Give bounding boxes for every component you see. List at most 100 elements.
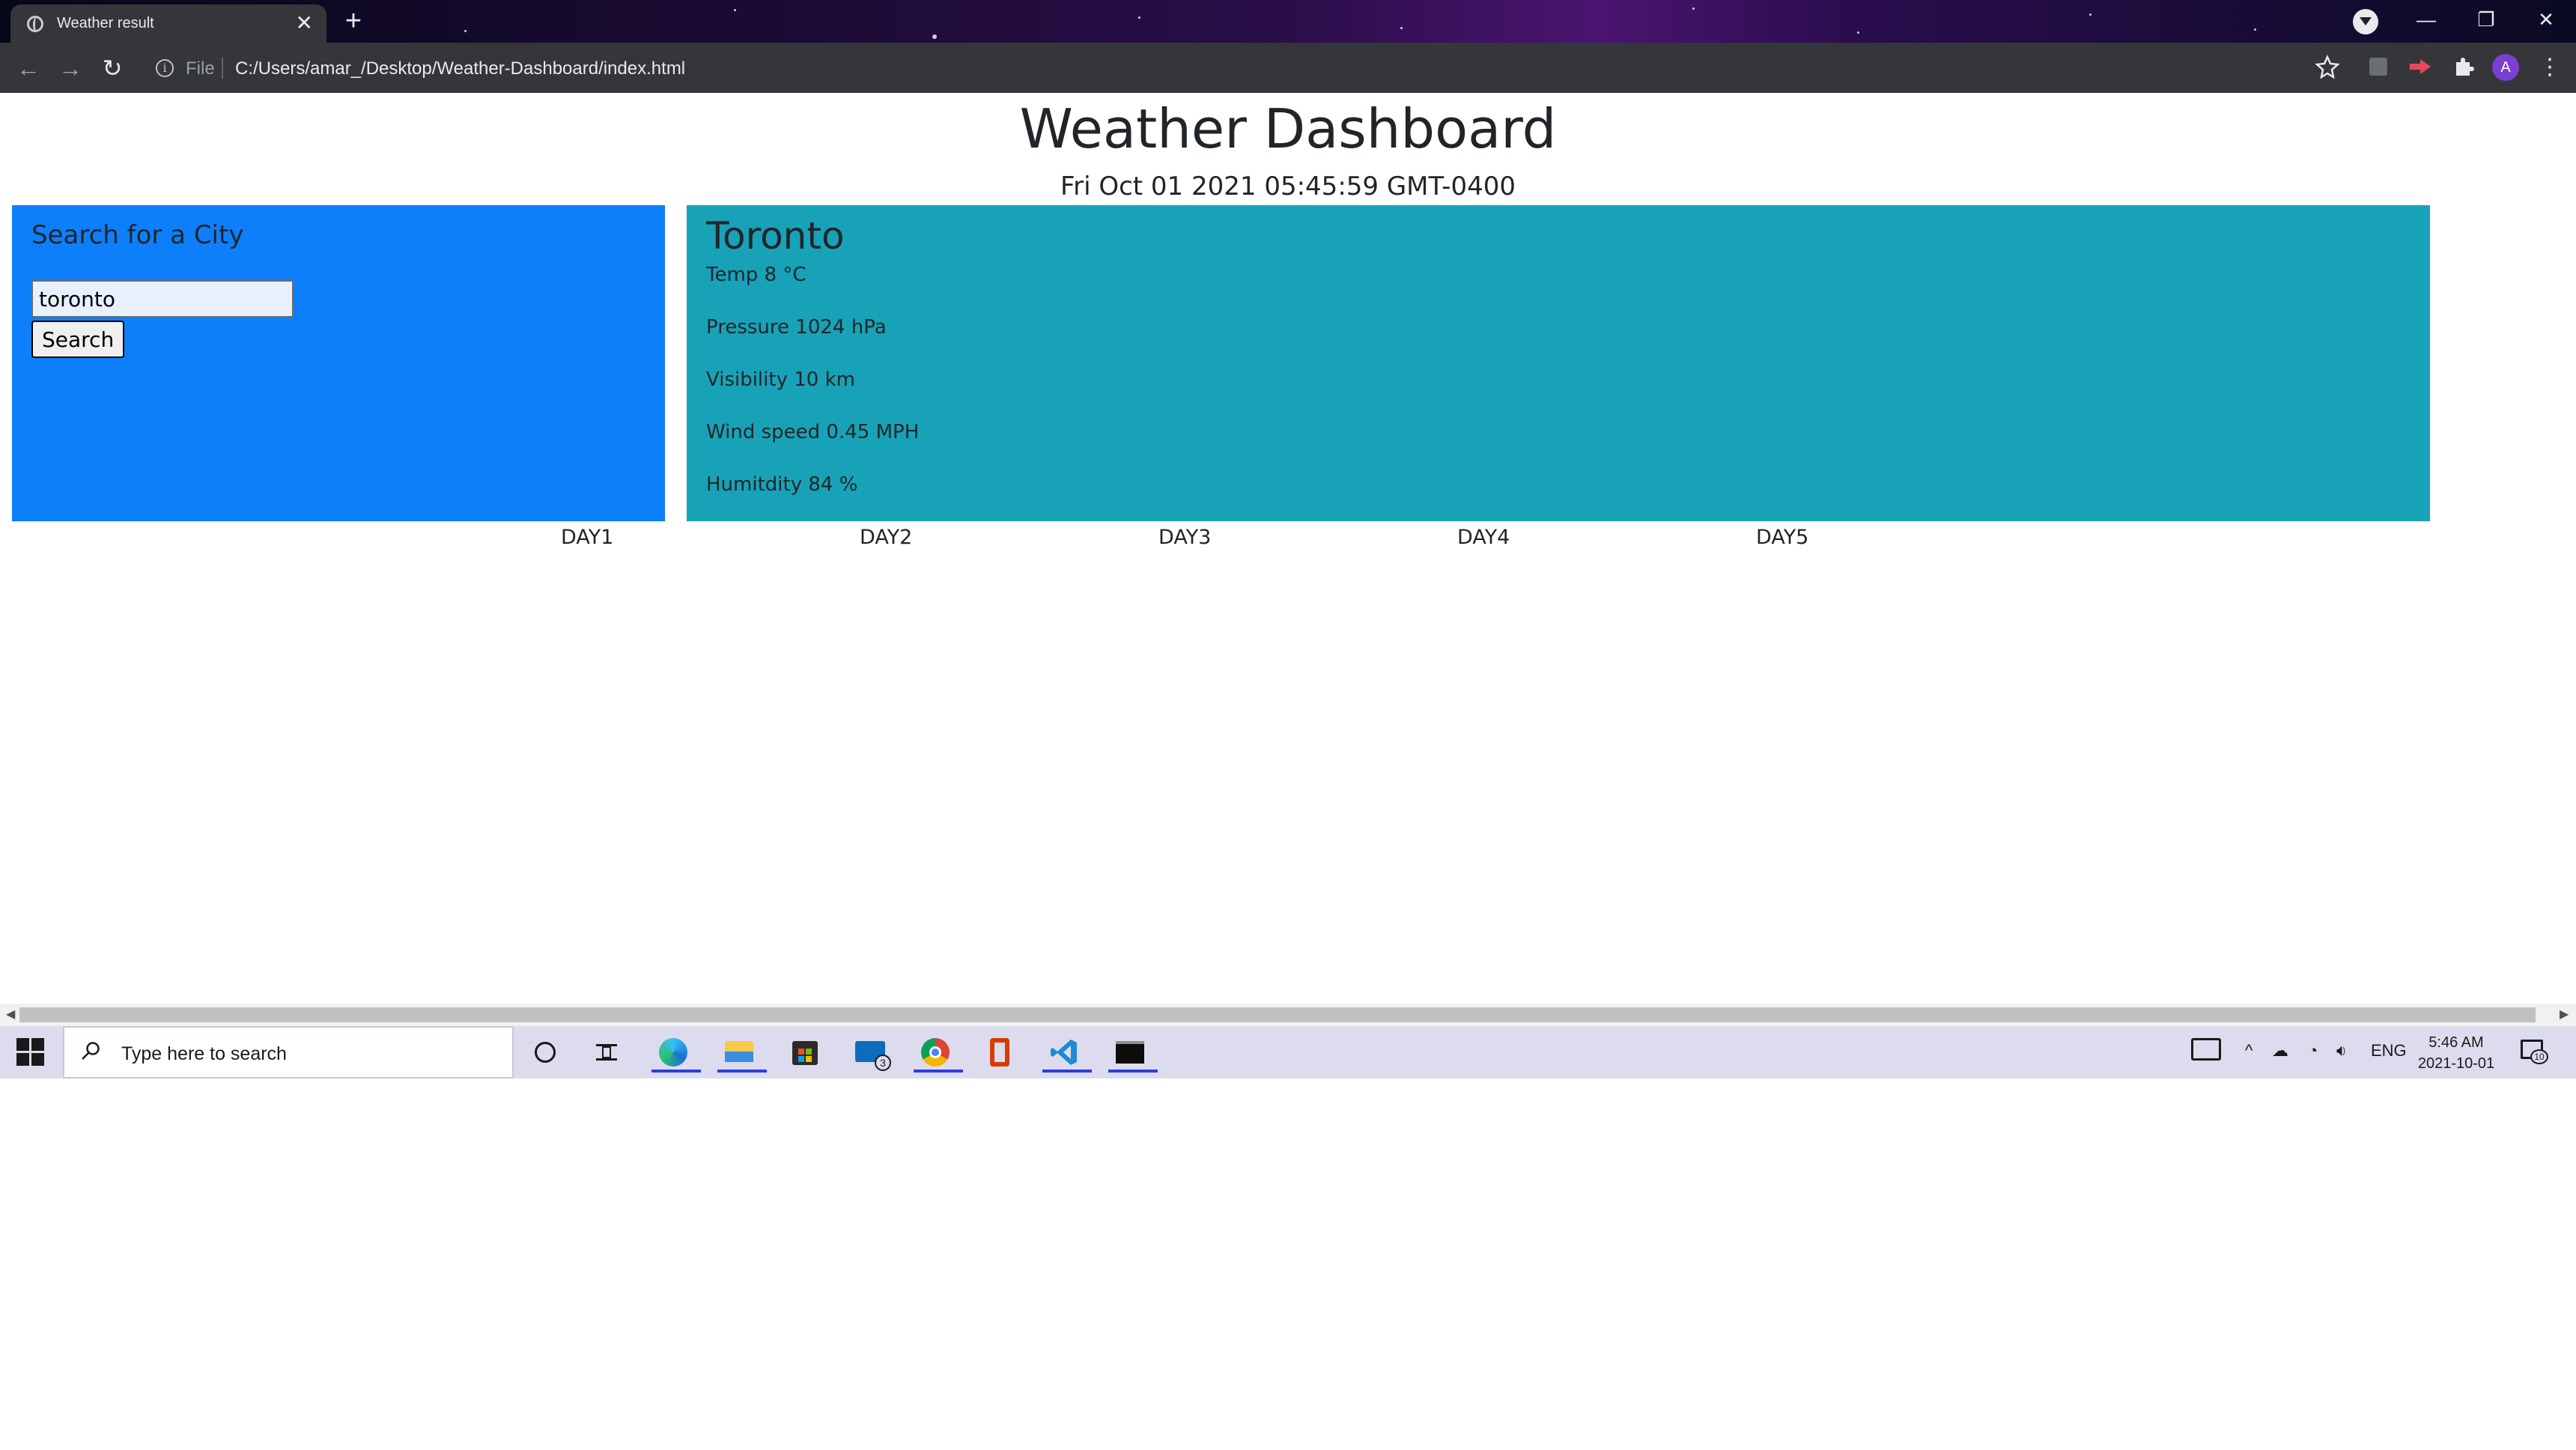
- bookmark-star-icon[interactable]: [2315, 55, 2339, 79]
- onedrive-cloud-icon[interactable]: ☁: [2272, 1041, 2288, 1061]
- system-clock[interactable]: 5:46 AM 2021-10-01: [2411, 1032, 2501, 1074]
- profile-avatar[interactable]: A: [2492, 54, 2519, 81]
- windows-logo-pane: [16, 1038, 29, 1051]
- windows-taskbar: Type here to search 3 ^ ☁ ◔ 🔉︎ ENG 5:46 …: [0, 1026, 2576, 1079]
- background-star: [1400, 27, 1403, 29]
- volume-icon[interactable]: 🔉︎: [2336, 1041, 2347, 1061]
- terminal-icon[interactable]: [1107, 1032, 1158, 1073]
- store-logo-yellow: [806, 1056, 812, 1062]
- vscode-icon[interactable]: [1041, 1032, 1092, 1073]
- chrome-icon[interactable]: [912, 1032, 963, 1073]
- folder-band: [725, 1052, 753, 1062]
- keyboard-icon[interactable]: [2191, 1038, 2221, 1061]
- scrollbar-thumb[interactable]: [19, 1007, 2536, 1022]
- info-icon[interactable]: i: [156, 59, 174, 77]
- current-weather-panel: Toronto Temp 8 °C Pressure 1024 hPa Visi…: [687, 205, 2430, 521]
- background-star: [1692, 7, 1695, 10]
- forward-icon[interactable]: →: [54, 52, 87, 85]
- temperature-value: 8: [764, 264, 777, 286]
- windows-logo-pane: [31, 1053, 44, 1066]
- extensions-puzzle-icon[interactable]: [2452, 55, 2476, 79]
- humidity-value: 84: [808, 473, 833, 496]
- city-name: Toronto: [706, 214, 845, 258]
- search-icon: [82, 1042, 100, 1060]
- search-panel: Search for a City Search: [12, 205, 665, 521]
- office-logo: [990, 1038, 1009, 1067]
- globe-icon: [27, 16, 43, 32]
- url-scheme: File: [186, 58, 215, 79]
- background-star: [464, 30, 467, 32]
- visibility-label: Visibility: [706, 368, 795, 391]
- back-icon[interactable]: ←: [12, 52, 45, 85]
- running-indicator: [1042, 1070, 1092, 1073]
- background-star: [734, 9, 736, 11]
- forecast-day-1: DAY1: [561, 526, 614, 549]
- tab-strip: Weather result ✕ + — ❐ ✕: [0, 0, 2576, 43]
- background-star: [1138, 16, 1140, 19]
- visibility-unit: km: [818, 368, 855, 391]
- taskbar-search-box[interactable]: Type here to search: [63, 1026, 514, 1079]
- notifications-icon[interactable]: 10: [2521, 1040, 2548, 1064]
- windows-start-icon[interactable]: [16, 1038, 45, 1067]
- scroll-left-icon[interactable]: ◀: [6, 1007, 15, 1023]
- humidity-label: Humitdity: [706, 473, 809, 496]
- forecast-day-2: DAY2: [860, 526, 913, 549]
- wind-speed-label: Wind speed: [706, 421, 827, 443]
- background-star: [2254, 28, 2256, 31]
- current-datetime: Fri Oct 01 2021 05:45:59 GMT-0400: [1060, 172, 1516, 201]
- wind-speed: Wind speed 0.45 MPH: [706, 421, 919, 443]
- pressure: Pressure 1024 hPa: [706, 316, 887, 339]
- city-search-input[interactable]: [31, 280, 294, 318]
- extension-square-icon[interactable]: [2366, 55, 2390, 79]
- vscode-logo: [1051, 1040, 1077, 1065]
- tab-weather-result[interactable]: Weather result ✕: [10, 4, 326, 43]
- browser-chrome: Weather result ✕ + — ❐ ✕ ← → ↻ i File C:…: [0, 0, 2576, 93]
- background-star: [932, 34, 937, 39]
- url-text[interactable]: C:/Users/amar_/Desktop/Weather-Dashboard…: [235, 58, 685, 79]
- mail-icon[interactable]: 3: [848, 1032, 893, 1073]
- running-indicator: [717, 1070, 767, 1073]
- humidity-unit: %: [833, 473, 858, 496]
- tab-search-icon[interactable]: [2353, 9, 2378, 34]
- background-star: [1857, 31, 1859, 34]
- page-content: Weather Dashboard Fri Oct 01 2021 05:45:…: [0, 93, 2576, 1007]
- page-title: Weather Dashboard: [1019, 97, 1557, 160]
- office-icon[interactable]: [976, 1032, 1021, 1073]
- cortana-icon[interactable]: [523, 1032, 568, 1073]
- visibility-value: 10: [794, 368, 819, 391]
- reload-icon[interactable]: ↻: [96, 52, 129, 85]
- store-logo-red: [798, 1049, 804, 1055]
- forecast-day-5: DAY5: [1756, 526, 1809, 549]
- close-tab-icon[interactable]: ✕: [296, 12, 313, 34]
- windows-logo-pane: [31, 1038, 44, 1051]
- edge-icon[interactable]: [650, 1032, 701, 1073]
- new-tab-button[interactable]: +: [338, 6, 368, 36]
- extension-arrow-icon[interactable]: [2408, 55, 2432, 79]
- search-button[interactable]: Search: [31, 321, 125, 358]
- clock-date: 2021-10-01: [2417, 1055, 2495, 1072]
- pressure-value: 1024: [795, 316, 845, 339]
- chevron-up-icon[interactable]: ^: [2245, 1041, 2253, 1061]
- language-indicator[interactable]: ENG: [2371, 1041, 2407, 1061]
- browser-toolbar: ← → ↻ i File C:/Users/amar_/Desktop/Weat…: [0, 43, 2576, 93]
- minimize-button[interactable]: —: [2396, 4, 2456, 34]
- forecast-day-4: DAY4: [1457, 526, 1510, 549]
- mail-badge: 3: [875, 1055, 891, 1071]
- address-bar[interactable]: i File C:/Users/amar_/Desktop/Weather-Da…: [142, 50, 2509, 86]
- running-indicator: [651, 1070, 701, 1073]
- cortana-ring: [535, 1042, 556, 1063]
- scroll-right-icon[interactable]: ▶: [2560, 1007, 2569, 1023]
- menu-kebab-icon[interactable]: ⋮: [2539, 54, 2561, 81]
- window-close-button[interactable]: ✕: [2516, 4, 2576, 34]
- file-explorer-icon[interactable]: [716, 1032, 767, 1073]
- edge-logo: [659, 1038, 687, 1067]
- task-view-window: [602, 1046, 611, 1058]
- horizontal-scrollbar[interactable]: ◀ ▶: [0, 1004, 2576, 1026]
- store-icon[interactable]: [782, 1032, 827, 1073]
- clock-time: 5:46 AM: [2428, 1034, 2484, 1051]
- restore-button[interactable]: ❐: [2456, 4, 2516, 34]
- task-view-icon[interactable]: [584, 1032, 629, 1073]
- temperature-label: Temp: [706, 264, 765, 286]
- windows-logo-pane: [16, 1053, 29, 1066]
- wifi-icon[interactable]: ◔: [2308, 1041, 2318, 1061]
